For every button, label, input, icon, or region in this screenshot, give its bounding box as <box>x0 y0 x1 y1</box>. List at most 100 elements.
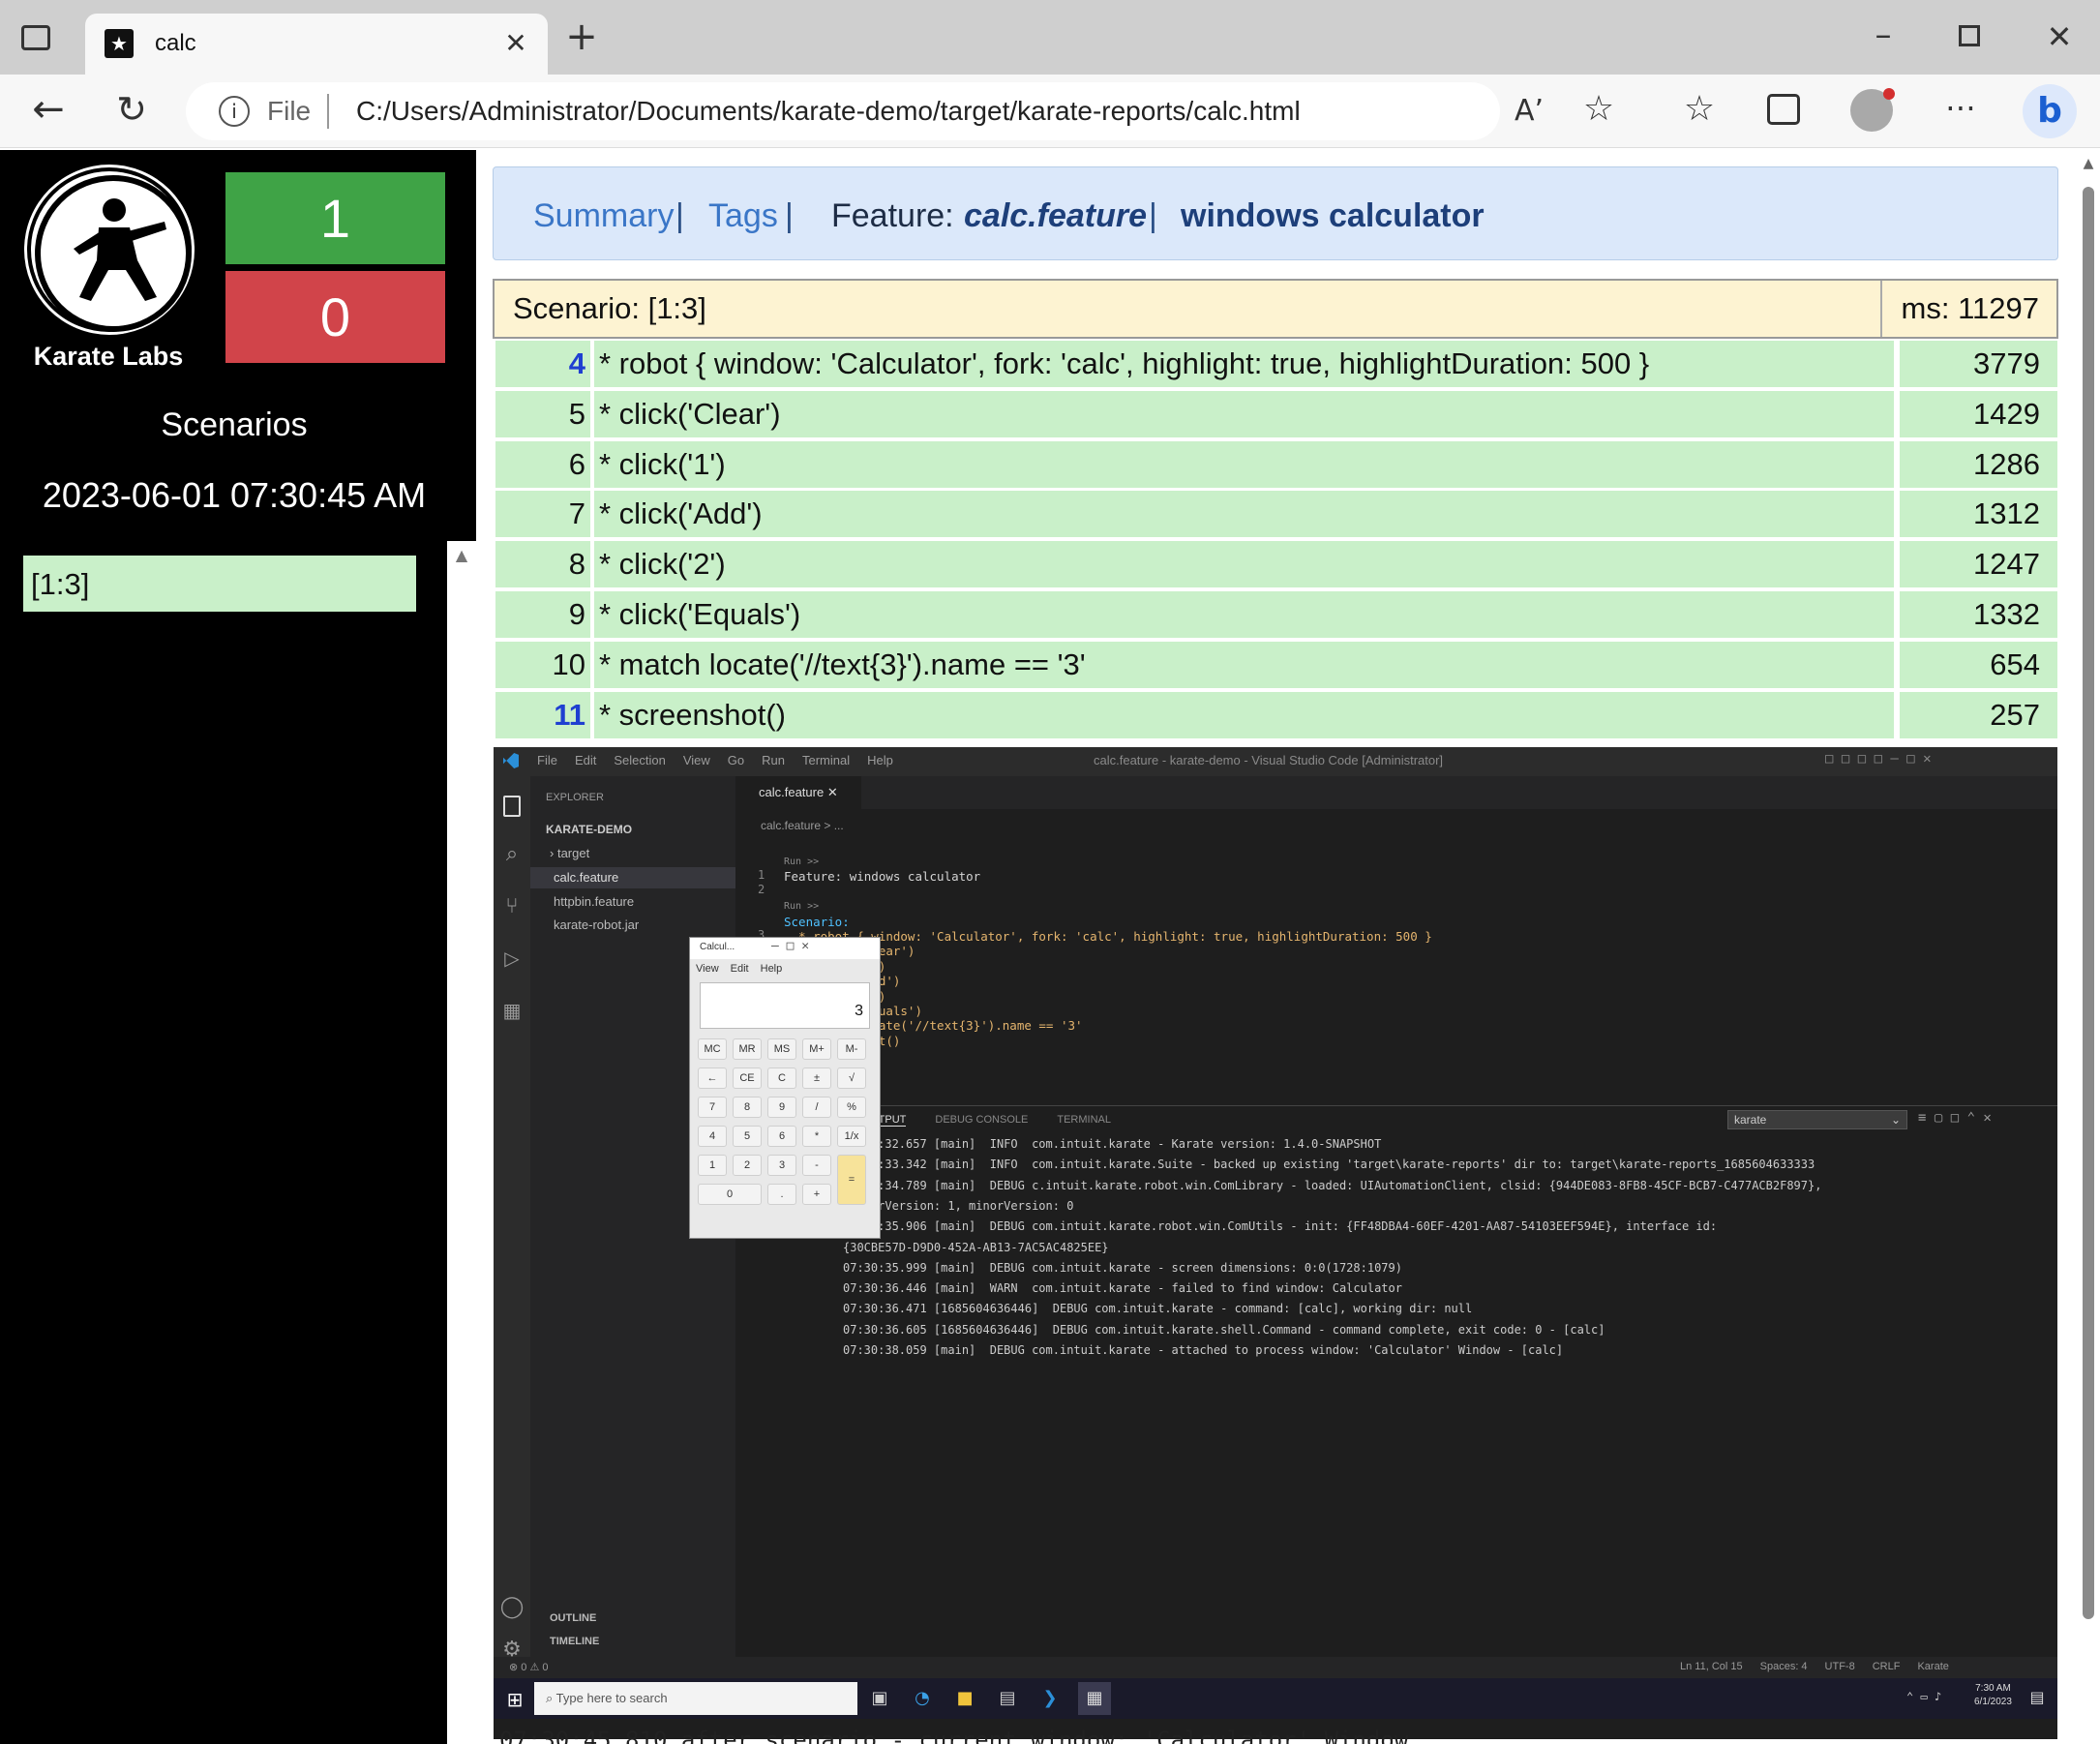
address-bar[interactable]: i File C:/Users/Administrator/Documents/… <box>186 82 1544 140</box>
task-view-icon[interactable]: ▣ <box>867 1688 892 1708</box>
collections-icon[interactable] <box>1767 94 1800 125</box>
calculator-key[interactable]: * <box>802 1126 831 1147</box>
vscode-menu-item[interactable]: Run <box>762 753 785 767</box>
scroll-up-arrow-icon[interactable]: ▲ <box>453 547 470 564</box>
search-icon[interactable]: ⌕ <box>499 842 525 866</box>
source-control-icon[interactable]: ⑂ <box>499 894 525 918</box>
file-item-calc-feature[interactable]: calc.feature <box>530 867 735 888</box>
calculator-key[interactable]: % <box>837 1097 866 1118</box>
summary-link[interactable]: Summary <box>533 196 674 235</box>
minimize-icon[interactable]: – <box>1864 15 1903 54</box>
status-item[interactable]: Spaces: 4 <box>1760 1661 1808 1672</box>
calculator-key[interactable]: / <box>802 1097 831 1118</box>
calculator-key[interactable]: MR <box>733 1038 762 1060</box>
passed-count-badge[interactable]: 1 <box>225 172 445 264</box>
sidebar-scrollbar[interactable]: ▲ <box>447 541 476 1744</box>
favorites-icon[interactable]: ☆ <box>1678 90 1721 129</box>
browser-tab[interactable]: ★ calc ✕ <box>85 14 548 75</box>
status-item[interactable]: CRLF <box>1873 1661 1901 1672</box>
status-item[interactable]: UTF-8 <box>1825 1661 1855 1672</box>
timeline-section[interactable]: TIMELINE <box>550 1636 599 1647</box>
panel-tab[interactable]: DEBUG CONSOLE <box>935 1114 1028 1126</box>
calculator-key[interactable]: 9 <box>767 1097 796 1118</box>
notifications-icon[interactable]: ▤ <box>2026 1688 2048 1706</box>
calculator-key[interactable]: M+ <box>802 1038 831 1060</box>
calculator-window-controls[interactable]: – □ ✕ <box>771 939 809 953</box>
close-tab-icon[interactable]: ✕ <box>501 27 530 60</box>
explorer-icon[interactable] <box>503 796 521 817</box>
outline-section[interactable]: OUTLINE <box>550 1612 596 1624</box>
calculator-key[interactable]: - <box>802 1155 831 1176</box>
page-scroll-thumb[interactable] <box>2083 187 2094 1619</box>
calculator-key[interactable]: √ <box>837 1067 866 1089</box>
file-item-target[interactable]: › target <box>550 846 589 860</box>
calculator-key[interactable]: 5 <box>733 1126 762 1147</box>
close-window-icon[interactable]: ✕ <box>2040 17 2079 56</box>
back-icon[interactable]: ← <box>27 88 70 131</box>
explorer-taskbar-icon[interactable]: ■ <box>952 1688 977 1708</box>
tags-link[interactable]: Tags <box>708 196 778 235</box>
vscode-menu-item[interactable]: Help <box>867 753 893 767</box>
vscode-menu-item[interactable]: View <box>683 753 710 767</box>
more-icon[interactable]: ⋯ <box>1941 88 1980 127</box>
calculator-key[interactable]: ← <box>698 1067 727 1089</box>
extensions-icon[interactable]: ▦ <box>499 999 525 1022</box>
calculator-menu-item[interactable]: Help <box>761 963 783 975</box>
taskbar-clock[interactable]: 7:30 AM 6/1/2023 <box>1974 1682 2012 1709</box>
calculator-key[interactable]: = <box>837 1155 866 1205</box>
vscode-menu-item[interactable]: File <box>537 753 557 767</box>
calculator-key[interactable]: 1/x <box>837 1126 866 1147</box>
calculator-taskbar-icon[interactable]: ▦ <box>1078 1682 1111 1715</box>
vscode-menu-item[interactable]: Edit <box>575 753 596 767</box>
edge-taskbar-icon[interactable]: ◔ <box>910 1688 935 1708</box>
calculator-menu-item[interactable]: View <box>696 963 719 975</box>
calculator-key[interactable]: 3 <box>767 1155 796 1176</box>
status-item[interactable]: Ln 11, Col 15 <box>1680 1661 1743 1672</box>
calculator-key[interactable]: C <box>767 1067 796 1089</box>
status-item[interactable]: Karate <box>1917 1661 1948 1672</box>
tab-actions-icon[interactable] <box>21 25 50 50</box>
panel-tab[interactable]: TERMINAL <box>1057 1114 1111 1126</box>
page-scrollbar[interactable]: ▲ <box>2077 150 2100 1744</box>
feature-file[interactable]: calc.feature <box>964 196 1147 235</box>
taskbar-search[interactable]: ⌕ Type here to search <box>534 1682 857 1715</box>
run-debug-icon[interactable]: ▷ <box>499 947 525 970</box>
calculator-key[interactable]: 8 <box>733 1097 762 1118</box>
editor-tab[interactable]: calc.feature ✕ <box>735 776 861 809</box>
calculator-key[interactable]: M- <box>837 1038 866 1060</box>
calculator-key[interactable]: 1 <box>698 1155 727 1176</box>
vscode-menu-item[interactable]: Go <box>728 753 744 767</box>
accounts-icon[interactable]: ◯ <box>499 1595 525 1619</box>
step-line-link[interactable]: 4 <box>495 341 585 387</box>
step-line-link[interactable]: 11 <box>495 692 585 738</box>
refresh-icon[interactable]: ↻ <box>110 88 153 131</box>
calculator-key[interactable]: 2 <box>733 1155 762 1176</box>
panel-output-select[interactable]: karate ⌄ <box>1727 1110 1907 1129</box>
calculator-key[interactable]: ± <box>802 1067 831 1089</box>
vscode-taskbar-icon[interactable]: ❯ <box>1037 1688 1063 1708</box>
add-favorite-icon[interactable]: ☆ <box>1577 90 1620 129</box>
calculator-key[interactable]: 4 <box>698 1126 727 1147</box>
maximize-icon[interactable] <box>1959 25 1980 46</box>
calculator-key[interactable]: MS <box>767 1038 796 1060</box>
url-text[interactable]: C:/Users/Administrator/Documents/karate-… <box>356 96 1301 127</box>
terminal-taskbar-icon[interactable]: ▤ <box>995 1688 1020 1708</box>
file-item-httpbin-feature[interactable]: httpbin.feature <box>554 894 634 909</box>
calculator-key[interactable]: MC <box>698 1038 727 1060</box>
scenario-list-item[interactable]: [1:3] <box>23 556 416 612</box>
vscode-menu-item[interactable]: Terminal <box>802 753 850 767</box>
calculator-key[interactable]: 0 <box>698 1184 762 1205</box>
calculator-window[interactable]: Calcul... – □ ✕ View Edit Help 3 MC MR MS M+ M… <box>689 937 881 1239</box>
calculator-key[interactable]: + <box>802 1184 831 1205</box>
read-aloud-icon[interactable]: A’ <box>1510 94 1548 129</box>
file-item-robot-jar[interactable]: karate-robot.jar <box>554 917 639 932</box>
calculator-menu-item[interactable]: Edit <box>731 963 749 975</box>
vscode-menu-item[interactable]: Selection <box>614 753 665 767</box>
bing-chat-icon[interactable]: b <box>2023 84 2077 138</box>
status-problems[interactable]: ⊗ 0 ⚠ 0 <box>509 1661 548 1673</box>
failed-count-badge[interactable]: 0 <box>225 271 445 363</box>
new-tab-icon[interactable]: + <box>565 17 598 56</box>
page-scroll-up-icon[interactable]: ▲ <box>2081 156 2096 171</box>
windows-start-icon[interactable]: ⊞ <box>503 1688 526 1711</box>
calculator-key[interactable]: 6 <box>767 1126 796 1147</box>
